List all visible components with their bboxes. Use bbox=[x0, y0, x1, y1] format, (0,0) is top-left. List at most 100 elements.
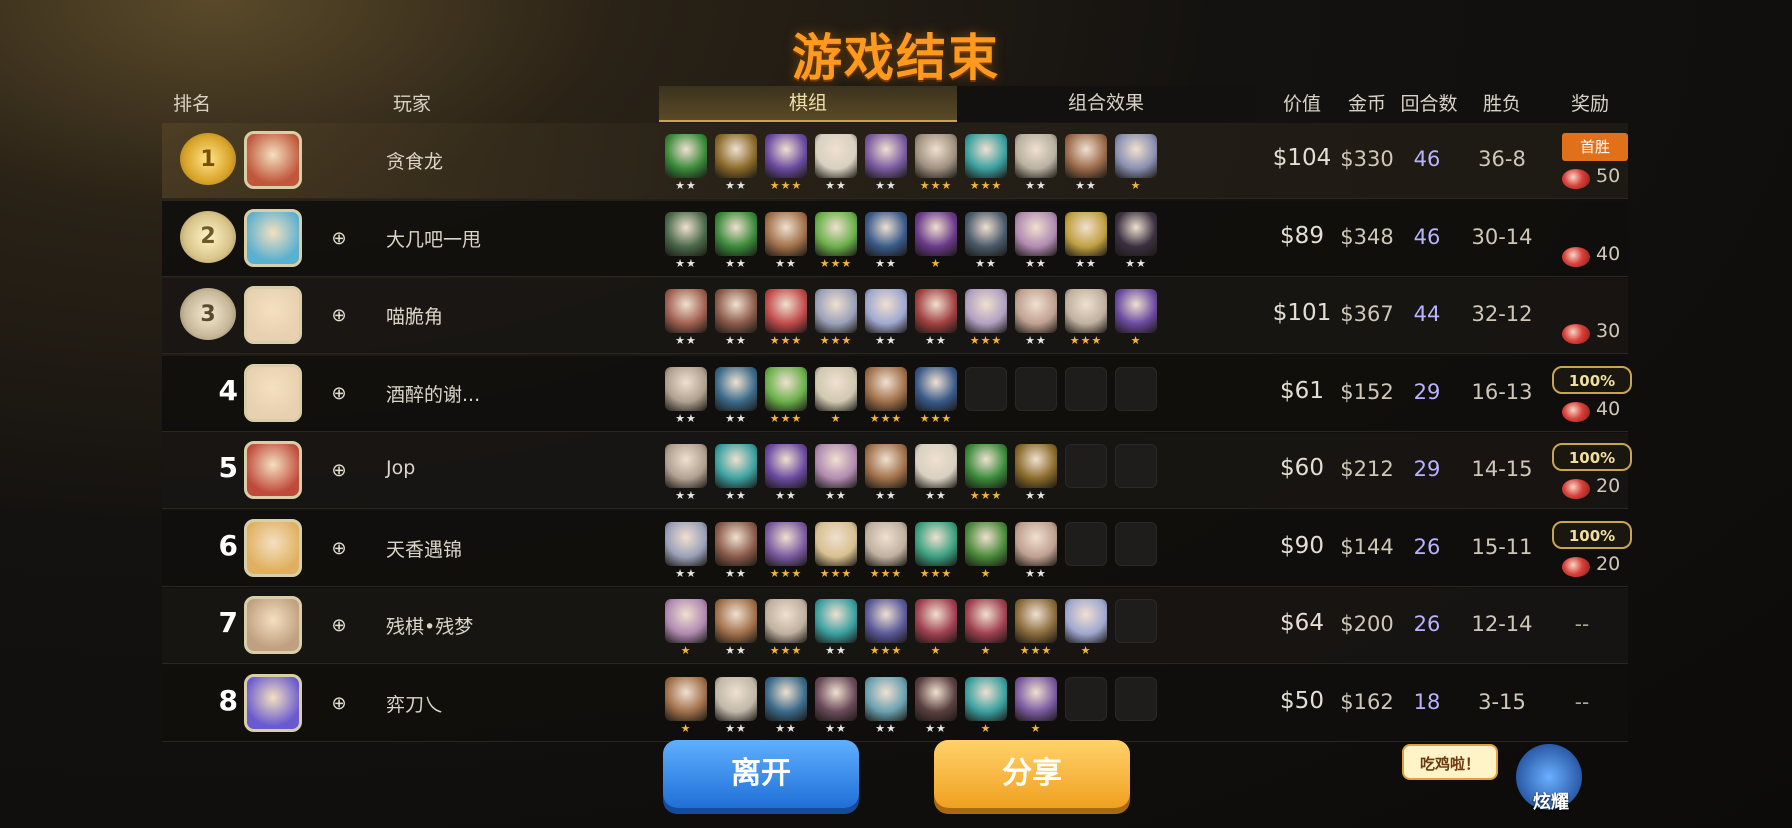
chess-piece-icon[interactable] bbox=[915, 366, 957, 411]
tab-synergy[interactable]: 组合效果 bbox=[957, 86, 1255, 122]
chess-piece-icon[interactable] bbox=[865, 521, 907, 566]
chess-piece-icon[interactable] bbox=[1015, 134, 1057, 178]
leave-button[interactable]: 离开 bbox=[663, 740, 859, 808]
chess-piece-icon[interactable] bbox=[1015, 521, 1057, 566]
chess-piece-icon[interactable] bbox=[865, 211, 907, 256]
share-button[interactable]: 分享 bbox=[934, 740, 1130, 808]
chess-piece-icon[interactable] bbox=[1065, 599, 1107, 643]
chess-piece-icon[interactable] bbox=[815, 599, 857, 643]
player-avatar[interactable] bbox=[244, 596, 302, 654]
add-friend-icon[interactable]: ⊕ bbox=[328, 383, 350, 405]
chess-piece-icon[interactable] bbox=[665, 366, 707, 411]
tab-pieces[interactable]: 棋组 bbox=[659, 86, 957, 122]
chess-piece-icon[interactable] bbox=[715, 134, 757, 178]
meat-icon bbox=[1562, 556, 1590, 577]
chess-piece-icon[interactable] bbox=[1065, 134, 1107, 178]
chess-piece-icon[interactable] bbox=[865, 599, 907, 643]
chess-piece-icon[interactable] bbox=[765, 134, 807, 178]
chess-piece-icon[interactable] bbox=[715, 599, 757, 643]
chess-piece-icon[interactable] bbox=[715, 521, 757, 566]
player-avatar[interactable] bbox=[244, 208, 302, 267]
chess-piece-icon[interactable] bbox=[1115, 289, 1157, 333]
chess-piece-icon[interactable] bbox=[915, 134, 957, 178]
chess-piece-icon[interactable] bbox=[815, 211, 857, 256]
chess-piece-icon[interactable] bbox=[865, 366, 907, 411]
chess-piece-icon[interactable] bbox=[865, 289, 907, 333]
chess-piece-icon[interactable] bbox=[965, 444, 1007, 488]
add-friend-icon[interactable]: ⊕ bbox=[328, 615, 350, 637]
table-row[interactable]: 2 ⊕ 大几吧一甩 ★★ ★★ ★★ ★★★ ★★ ★ ★★ ★★ ★★ ★★ $89 $348 46 30-1… bbox=[162, 200, 1628, 277]
chess-piece-icon[interactable] bbox=[815, 289, 857, 333]
add-friend-icon[interactable]: ⊕ bbox=[328, 305, 350, 327]
chess-piece-icon[interactable] bbox=[915, 211, 957, 256]
table-row[interactable]: 4 ⊕ 酒醉的谢... ★★ ★★ ★★★ ★ ★★★ ★★★ $61 $152 29 16-13 100… bbox=[162, 355, 1632, 432]
chess-piece-icon[interactable] bbox=[665, 676, 707, 721]
chess-piece-icon[interactable] bbox=[815, 366, 857, 411]
table-row[interactable]: 6 ⊕ 天香遇锦 ★★ ★★ ★★★ ★★★ ★★★ ★★★ ★ ★★ $90 $144 26 15-11 1… bbox=[162, 510, 1632, 587]
chess-piece-icon[interactable] bbox=[915, 289, 957, 333]
chess-piece-icon[interactable] bbox=[715, 289, 757, 333]
add-friend-icon[interactable]: ⊕ bbox=[328, 228, 350, 250]
chess-piece-icon[interactable] bbox=[915, 676, 957, 721]
chess-piece-icon[interactable] bbox=[865, 444, 907, 488]
chess-piece-icon[interactable] bbox=[715, 676, 757, 721]
chess-piece-icon[interactable] bbox=[765, 521, 807, 566]
chess-piece-icon[interactable] bbox=[715, 366, 757, 411]
add-friend-icon[interactable]: ⊕ bbox=[328, 693, 350, 715]
chess-piece-icon[interactable] bbox=[915, 444, 957, 488]
chess-piece-icon[interactable] bbox=[815, 521, 857, 566]
chess-piece-icon[interactable] bbox=[665, 444, 707, 488]
chess-piece-icon[interactable] bbox=[665, 521, 707, 566]
chess-piece-icon[interactable] bbox=[1015, 289, 1057, 333]
chess-piece-icon[interactable] bbox=[1115, 211, 1157, 256]
chess-piece-icon[interactable] bbox=[1015, 444, 1057, 488]
player-avatar[interactable] bbox=[244, 518, 302, 577]
chess-piece-icon[interactable] bbox=[715, 211, 757, 256]
chess-piece-icon[interactable] bbox=[1115, 134, 1157, 178]
chess-piece-icon[interactable] bbox=[865, 676, 907, 721]
chess-piece-icon[interactable] bbox=[1065, 211, 1107, 256]
chess-piece-icon[interactable] bbox=[765, 599, 807, 643]
chess-piece-icon[interactable] bbox=[665, 134, 707, 178]
chess-piece-icon[interactable] bbox=[965, 211, 1007, 256]
chess-piece-icon[interactable] bbox=[815, 444, 857, 488]
table-row[interactable]: 5 ⊕ Jop ★★ ★★ ★★ ★★ ★★ ★★ ★★★ ★★ $60 $212 29 14-15 100%… bbox=[162, 433, 1632, 509]
chess-piece-icon[interactable] bbox=[915, 599, 957, 643]
chess-piece-icon[interactable] bbox=[765, 444, 807, 488]
chess-piece-icon[interactable] bbox=[765, 211, 807, 256]
player-avatar[interactable] bbox=[244, 131, 302, 189]
table-row[interactable]: 1 贪食龙 ★★ ★★ ★★★ ★★ ★★ ★★★ ★★★ ★★ ★★ ★ $104 $330 46 36-8… bbox=[162, 123, 1628, 199]
add-friend-icon[interactable]: ⊕ bbox=[328, 460, 350, 482]
chess-piece-icon[interactable] bbox=[1015, 676, 1057, 721]
chess-piece-icon[interactable] bbox=[665, 289, 707, 333]
chess-piece-icon[interactable] bbox=[965, 134, 1007, 178]
table-row[interactable]: 3 ⊕ 喵脆角 ★★ ★★ ★★★ ★★★ ★★ ★★ ★★★ ★★ ★★★ ★ $101 $367 44 32… bbox=[162, 278, 1628, 354]
chess-piece-icon[interactable] bbox=[665, 599, 707, 643]
player-avatar[interactable] bbox=[244, 673, 302, 732]
chess-piece-icon[interactable] bbox=[1015, 211, 1057, 256]
add-friend-icon[interactable]: ⊕ bbox=[328, 538, 350, 560]
chess-piece-icon[interactable] bbox=[815, 134, 857, 178]
piece-stars: ★★★ bbox=[819, 334, 853, 347]
chess-piece-icon[interactable] bbox=[965, 289, 1007, 333]
chess-piece-icon[interactable] bbox=[765, 289, 807, 333]
table-row[interactable]: 7 ⊕ 残棋•残梦 ★ ★★ ★★★ ★★ ★★★ ★ ★ ★★★ ★ $64 $200 26 12-14 -- bbox=[162, 588, 1628, 664]
chess-piece-icon[interactable] bbox=[1015, 599, 1057, 643]
chess-piece-icon[interactable] bbox=[815, 676, 857, 721]
chess-piece-icon[interactable] bbox=[965, 676, 1007, 721]
chess-piece-icon[interactable] bbox=[765, 676, 807, 721]
player-avatar[interactable] bbox=[244, 441, 302, 499]
player-avatar[interactable] bbox=[244, 363, 302, 422]
player-avatar[interactable] bbox=[244, 286, 302, 344]
chess-piece-icon[interactable] bbox=[765, 366, 807, 411]
piece-stars: ★ bbox=[980, 644, 992, 657]
chess-piece-icon[interactable] bbox=[965, 521, 1007, 566]
chess-piece-icon[interactable] bbox=[715, 444, 757, 488]
chess-piece-icon[interactable] bbox=[915, 521, 957, 566]
chess-piece-icon[interactable] bbox=[865, 134, 907, 178]
chess-piece-icon[interactable] bbox=[965, 599, 1007, 643]
brag-label[interactable]: 炫耀 bbox=[1526, 788, 1576, 814]
chess-piece-icon[interactable] bbox=[665, 211, 707, 256]
chess-piece-icon[interactable] bbox=[1065, 289, 1107, 333]
table-row[interactable]: 8 ⊕ 弈刀乀 ★ ★★ ★★ ★★ ★★ ★★ ★ ★ $50 $162 18 3-15 -- bbox=[162, 665, 1628, 742]
